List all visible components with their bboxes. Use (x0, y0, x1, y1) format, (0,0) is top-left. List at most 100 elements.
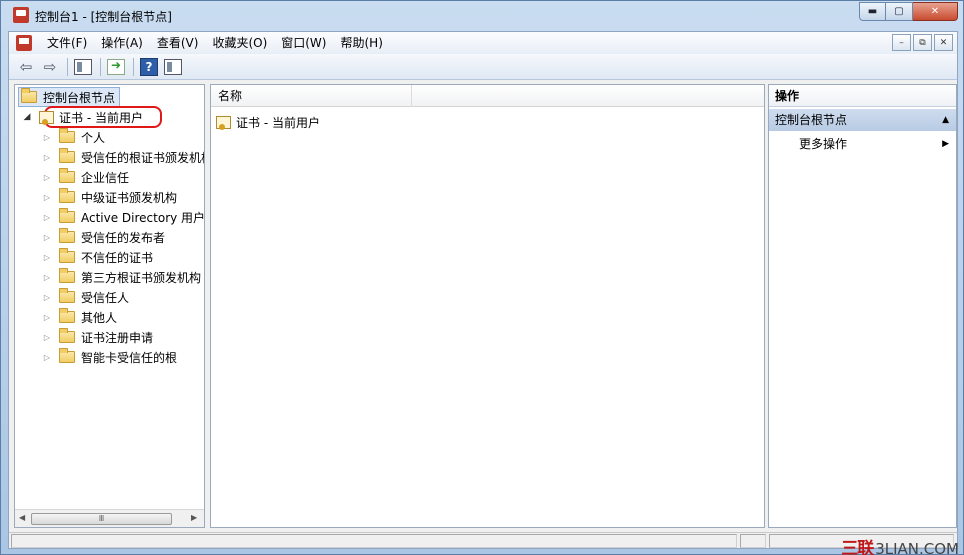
tree-node-enterprise-trust[interactable]: ▷ 企业信任 (41, 167, 129, 187)
tree-node-untrusted-certs[interactable]: ▷ 不信任的证书 (41, 247, 153, 267)
mmc-app-icon[interactable] (13, 7, 29, 23)
maximize-button[interactable]: ▢ (886, 2, 913, 21)
tree-node-trusted-publishers[interactable]: ▷ 受信任的发布者 (41, 227, 165, 247)
list-header: 名称 (211, 85, 764, 107)
more-actions-item[interactable]: 更多操作 ▶ (769, 133, 956, 155)
expand-arrow-icon[interactable]: ▷ (41, 213, 53, 222)
tree-node-enrollment-requests[interactable]: ▷ 证书注册申请 (41, 327, 153, 347)
toolbar-separator (100, 57, 101, 76)
menu-view[interactable]: 查看(V) (150, 32, 206, 54)
expand-arrow-icon[interactable]: ▷ (41, 173, 53, 182)
folder-icon (59, 348, 75, 363)
help-icon[interactable]: ? (138, 56, 160, 78)
show-hide-tree-icon[interactable] (72, 56, 94, 78)
expand-arrow-icon[interactable]: ▷ (41, 233, 53, 242)
client-area: 文件(F) 操作(A) 查看(V) 收藏夹(O) 窗口(W) 帮助(H) – ⧉… (8, 31, 958, 549)
mdi-close-button[interactable]: ✕ (934, 34, 953, 51)
list-item[interactable]: 证书 - 当前用户 (216, 112, 320, 132)
folder-icon (59, 228, 75, 243)
scrollbar-thumb[interactable]: Ⅲ (31, 513, 172, 525)
tree-node-cert-current-user[interactable]: ◢ 证书 - 当前用户 (21, 107, 143, 127)
tree-node-trusted-people[interactable]: ▷ 受信任人 (41, 287, 129, 307)
tree-node-third-party-root-ca[interactable]: ▷ 第三方根证书颁发机构 (41, 267, 201, 287)
close-button[interactable]: ✕ (913, 2, 958, 21)
forward-arrow-icon[interactable]: ⇨ (39, 56, 61, 78)
expand-arrow-icon[interactable]: ▷ (41, 253, 53, 262)
folder-icon (59, 168, 75, 183)
caption-buttons: ▬ ▢ ✕ (859, 2, 958, 21)
tree-node-label: 智能卡受信任的根 (81, 350, 178, 365)
column-header-name[interactable]: 名称 (211, 85, 412, 107)
status-segment (11, 534, 737, 548)
tree-node-label: 个人 (81, 130, 106, 145)
tree-node-label: 企业信任 (81, 170, 130, 185)
mdi-minimize-button[interactable]: – (892, 34, 911, 51)
actions-group-label: 控制台根节点 (775, 113, 848, 127)
folder-icon (59, 288, 75, 303)
show-hide-action-pane-icon[interactable] (162, 56, 184, 78)
collapse-up-arrow-icon[interactable]: ▲ (942, 109, 949, 131)
tree-node-label: 中级证书颁发机构 (81, 190, 178, 205)
tree-node-active-directory[interactable]: ▷ Active Directory 用户对象 (41, 207, 205, 227)
watermark-en: 3LIAN.COM (875, 540, 959, 555)
expand-arrow-icon[interactable]: ▷ (41, 333, 53, 342)
tree-node-intermediate-ca[interactable]: ▷ 中级证书颁发机构 (41, 187, 177, 207)
expand-arrow-icon[interactable]: ▷ (41, 293, 53, 302)
tree-node-label: 其他人 (81, 310, 118, 325)
toolbar-separator (67, 57, 68, 76)
tree-node-trusted-root-ca[interactable]: ▷ 受信任的根证书颁发机构 (41, 147, 205, 167)
toolbar-separator (133, 57, 134, 76)
actions-pane-title: 操作 (769, 85, 956, 107)
tree-root-label: 控制台根节点 (43, 90, 116, 105)
export-list-icon[interactable] (105, 56, 127, 78)
tree-node-label: 证书 - 当前用户 (59, 110, 143, 125)
folder-icon (59, 188, 75, 203)
tree-node-label: 受信任的根证书颁发机构 (81, 150, 205, 165)
tree-horizontal-scrollbar[interactable]: ◀ Ⅲ ▶ (15, 509, 204, 527)
tree-node-label: Active Directory 用户对象 (81, 210, 205, 225)
console-menu-icon[interactable] (16, 35, 32, 51)
tree-node-other-people[interactable]: ▷ 其他人 (41, 307, 117, 327)
menu-window[interactable]: 窗口(W) (274, 32, 333, 54)
result-list-pane[interactable]: 名称 证书 - 当前用户 (210, 84, 765, 528)
menu-favorites[interactable]: 收藏夹(O) (205, 32, 274, 54)
tree-node-label: 受信任人 (81, 290, 130, 305)
actions-pane: 操作 控制台根节点 ▲ 更多操作 ▶ (768, 84, 957, 528)
console-tree-pane[interactable]: 控制台根节点 ◢ 证书 - 当前用户 ▷ 个人 ▷ 受信任的根证书颁发机构 ▷ (14, 84, 205, 528)
expand-arrow-icon[interactable]: ▷ (41, 273, 53, 282)
menu-bar: 文件(F) 操作(A) 查看(V) 收藏夹(O) 窗口(W) 帮助(H) – ⧉… (9, 32, 957, 54)
folder-icon (59, 128, 75, 143)
scroll-left-arrow-icon[interactable]: ◀ (19, 513, 25, 522)
submenu-arrow-icon: ▶ (942, 139, 949, 149)
menu-help[interactable]: 帮助(H) (333, 32, 389, 54)
menu-action[interactable]: 操作(A) (94, 32, 150, 54)
title-bar[interactable]: 控制台1 - [控制台根节点] ▬ ▢ ✕ (1, 1, 963, 31)
expand-arrow-icon[interactable]: ▷ (41, 193, 53, 202)
mdi-buttons: – ⧉ ✕ (890, 34, 953, 51)
certificate-icon (39, 110, 54, 125)
tree-root-node[interactable]: 控制台根节点 (18, 87, 121, 107)
expand-arrow-icon[interactable]: ▷ (41, 313, 53, 322)
folder-icon (59, 268, 75, 283)
tree-node-smart-card-roots[interactable]: ▷ 智能卡受信任的根 (41, 347, 177, 367)
collapse-arrow-icon[interactable]: ◢ (21, 112, 33, 122)
tree-node-personal[interactable]: ▷ 个人 (41, 127, 105, 147)
folder-icon (59, 248, 75, 263)
expand-arrow-icon[interactable]: ▷ (41, 353, 53, 362)
site-watermark: 三联 3LIAN.COM (841, 534, 959, 555)
mdi-restore-button[interactable]: ⧉ (913, 34, 932, 51)
tree-node-label: 证书注册申请 (81, 330, 154, 345)
tree-node-label: 不信任的证书 (81, 250, 154, 265)
actions-group-header[interactable]: 控制台根节点 ▲ (769, 109, 956, 131)
certificate-icon (216, 115, 231, 130)
watermark-cn: 三联 (841, 539, 874, 555)
status-bar (9, 532, 957, 548)
expand-arrow-icon[interactable]: ▷ (41, 133, 53, 142)
expand-arrow-icon[interactable]: ▷ (41, 153, 53, 162)
folder-icon (59, 308, 75, 323)
folder-icon (59, 208, 75, 223)
back-arrow-icon[interactable]: ⇦ (15, 56, 37, 78)
menu-file[interactable]: 文件(F) (40, 32, 94, 54)
minimize-button[interactable]: ▬ (859, 2, 886, 21)
scroll-right-arrow-icon[interactable]: ▶ (191, 513, 197, 522)
